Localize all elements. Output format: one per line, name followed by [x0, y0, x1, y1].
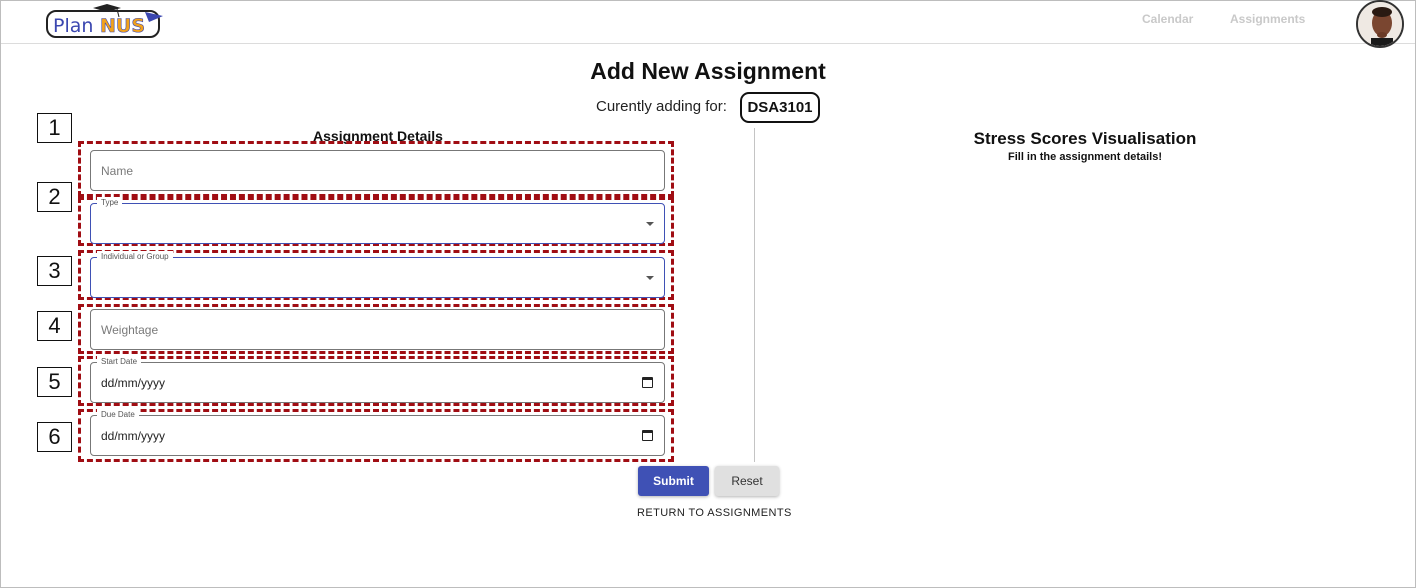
nav-calendar-link[interactable]: Calendar	[1142, 12, 1193, 26]
person-portrait-icon	[1358, 2, 1402, 46]
annotation-label-3: 3	[37, 256, 72, 286]
individual-or-group-label: Individual or Group	[97, 251, 173, 263]
return-to-assignments-link[interactable]: RETURN TO ASSIGNMENTS	[637, 507, 792, 519]
due-date-input[interactable]: Due Date dd/mm/yyyy	[90, 409, 665, 456]
due-date-label: Due Date	[97, 409, 139, 421]
weightage-input[interactable]: Weightage	[90, 309, 665, 350]
individual-or-group-select[interactable]: Individual or Group	[90, 251, 665, 298]
stress-visualisation-title: Stress Scores Visualisation	[973, 129, 1197, 148]
logo-text-nus: NUS	[100, 15, 145, 37]
annotation-label-4: 4	[37, 311, 72, 341]
plannus-logo[interactable]: Plan NUS	[45, 4, 169, 42]
dropdown-arrow-icon	[646, 222, 654, 226]
page-title: Add New Assignment	[590, 58, 826, 84]
start-date-value: dd/mm/yyyy	[101, 376, 166, 390]
type-label: Type	[97, 197, 123, 209]
adding-for-label: Curently adding for:	[596, 98, 727, 115]
calendar-icon[interactable]	[642, 430, 653, 441]
vertical-divider	[754, 128, 755, 462]
submit-button[interactable]: Submit	[638, 466, 709, 496]
annotation-label-1: 1	[37, 113, 72, 143]
annotation-label-6: 6	[37, 422, 72, 452]
nav-assignments-link[interactable]: Assignments	[1230, 12, 1305, 26]
module-code-badge: DSA3101	[740, 92, 820, 123]
name-placeholder: Name	[101, 164, 134, 178]
stress-visualisation-hint: Fill in the assignment details!	[1007, 151, 1163, 163]
start-date-input[interactable]: Start Date dd/mm/yyyy	[90, 356, 665, 403]
logo-text-plan: Plan	[53, 15, 93, 37]
annotation-label-2: 2	[37, 182, 72, 212]
name-input[interactable]: Name	[90, 150, 665, 191]
reset-button[interactable]: Reset	[715, 466, 779, 496]
calendar-icon[interactable]	[642, 377, 653, 388]
annotation-label-5: 5	[37, 367, 72, 397]
weightage-placeholder: Weightage	[101, 323, 159, 337]
dropdown-arrow-icon	[646, 276, 654, 280]
top-nav-bar: Plan NUS Calendar Assignments	[1, 0, 1415, 48]
user-avatar[interactable]	[1356, 0, 1404, 48]
type-select[interactable]: Type	[90, 197, 665, 244]
due-date-value: dd/mm/yyyy	[101, 429, 166, 443]
start-date-label: Start Date	[97, 356, 142, 368]
